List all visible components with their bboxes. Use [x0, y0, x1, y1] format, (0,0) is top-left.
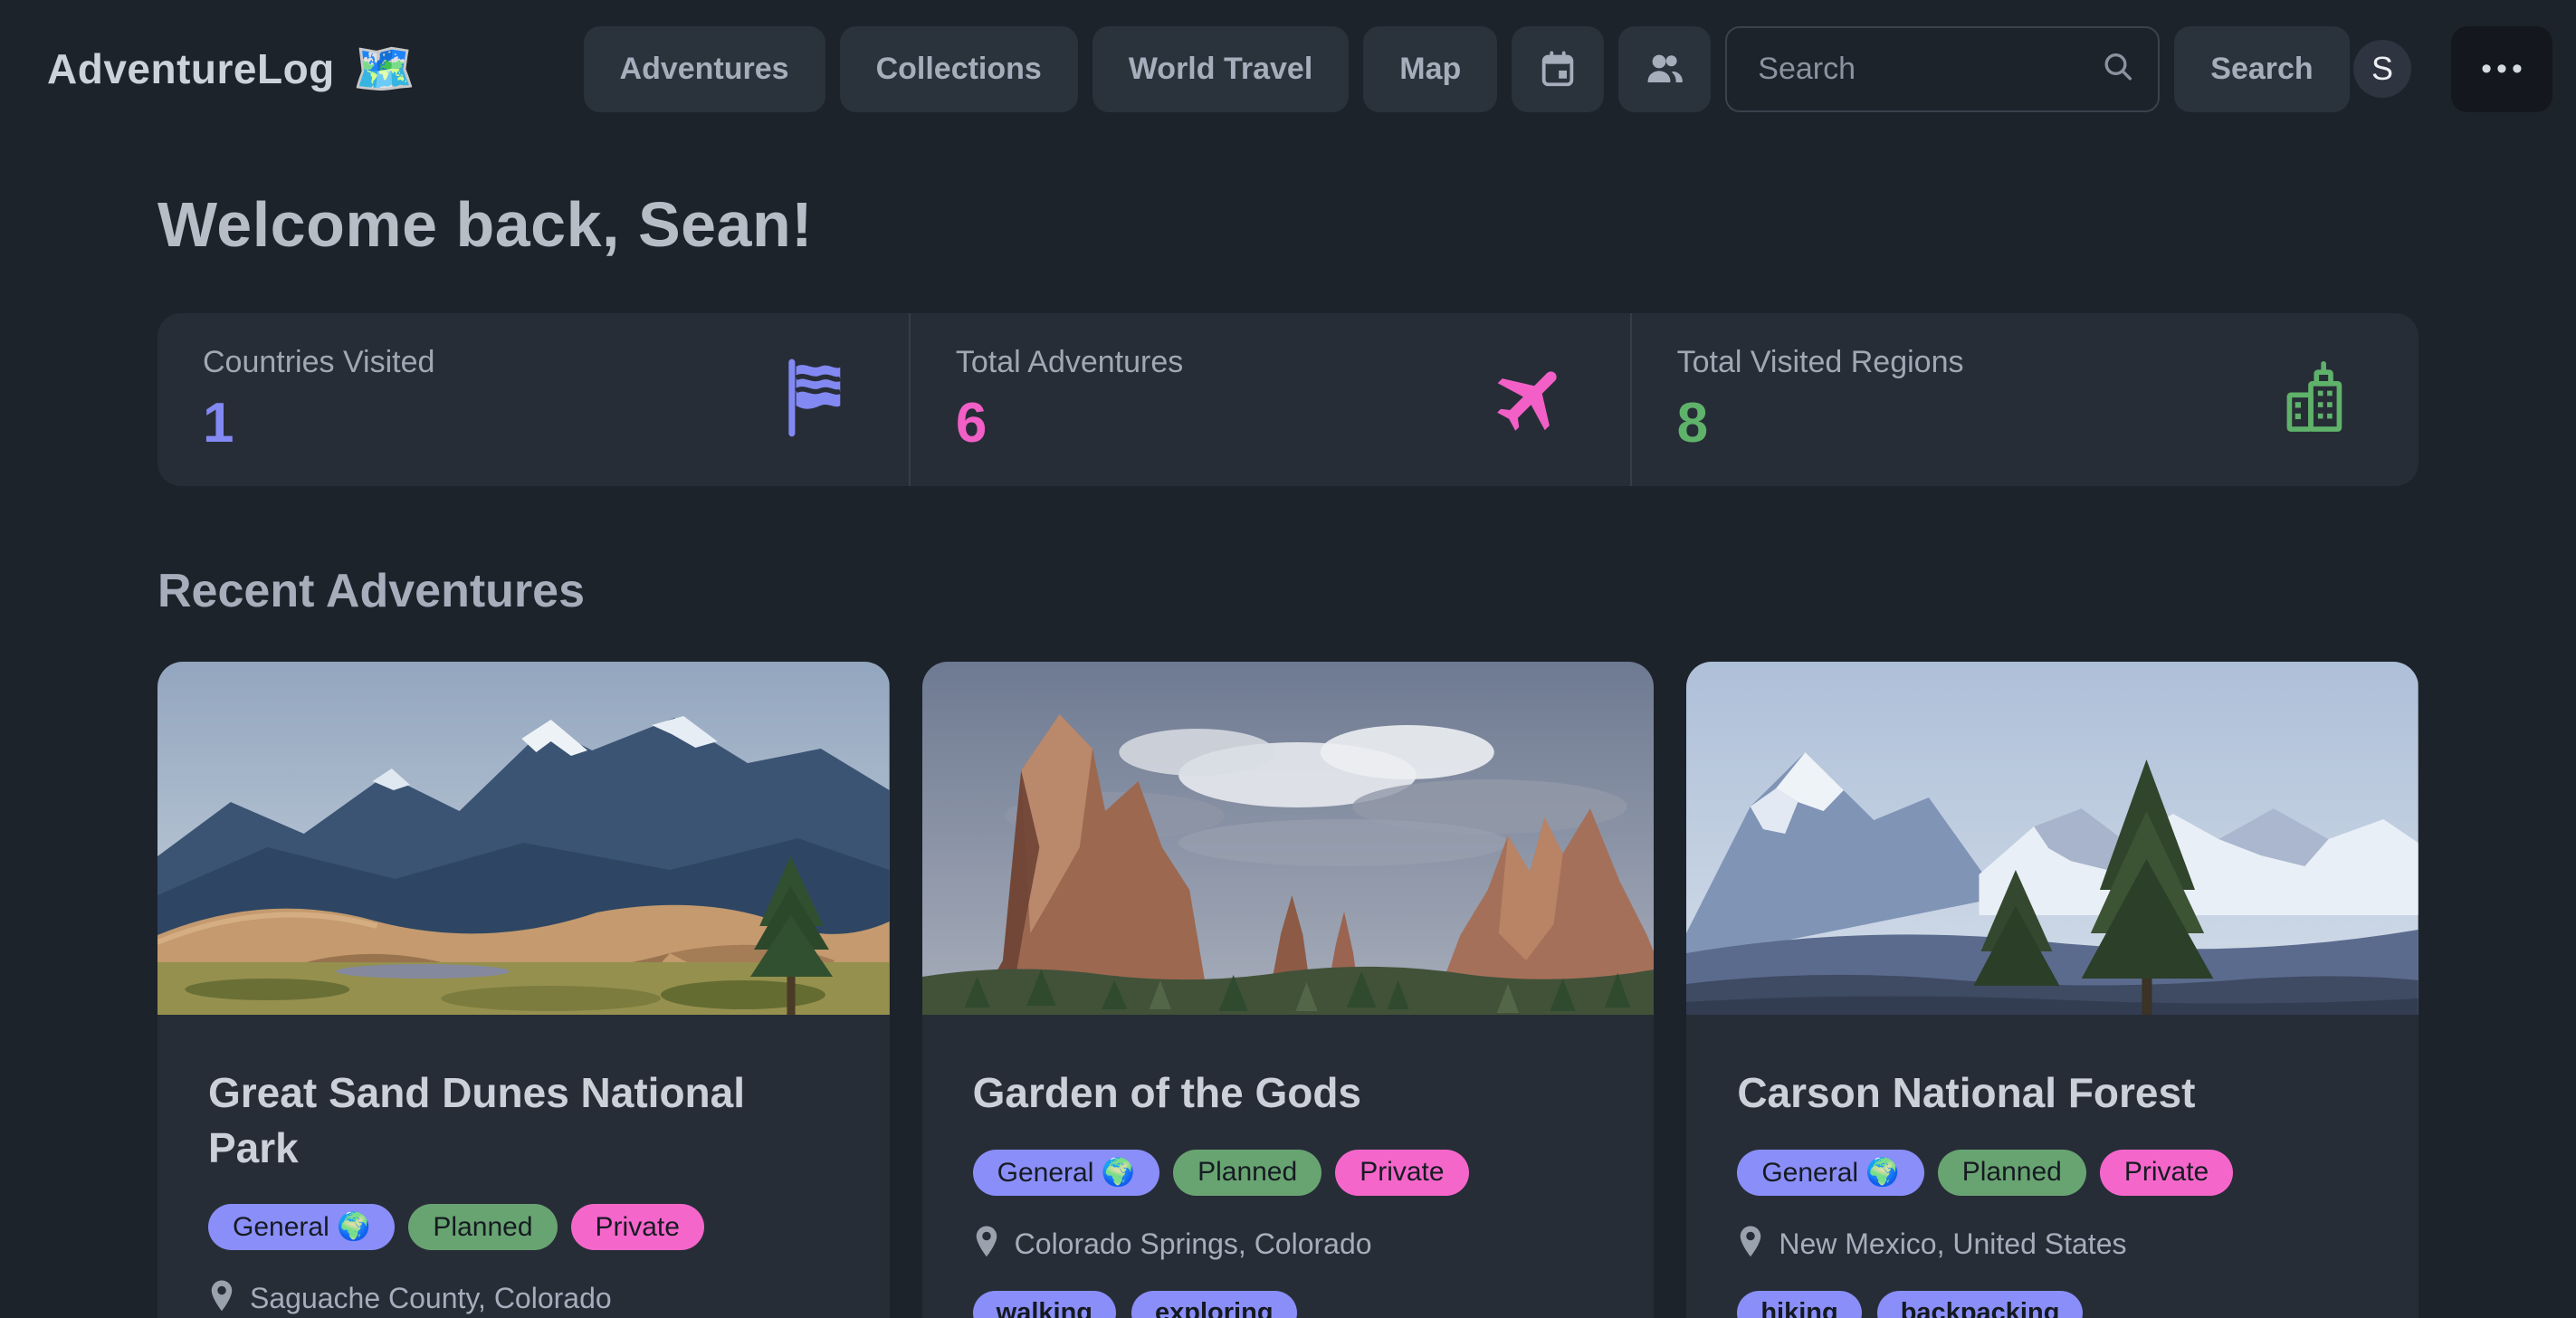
- card-body: Carson National Forest General 🌍 Planned…: [1686, 1015, 2419, 1318]
- badge-category: General 🌍: [973, 1150, 1159, 1196]
- navbar-right-group: S •••: [2353, 26, 2552, 112]
- adventure-card[interactable]: Great Sand Dunes National Park General 🌍…: [157, 662, 890, 1318]
- stat-value: 6: [956, 391, 1494, 455]
- main-content: Welcome back, Sean! Countries Visited 1 …: [0, 188, 2576, 1318]
- search-submit-button[interactable]: Search: [2174, 26, 2349, 112]
- tag-pill: walking: [973, 1291, 1116, 1318]
- badge-visibility: Private: [2100, 1150, 2233, 1196]
- stat-total-visited-regions: Total Visited Regions 8: [1630, 313, 2419, 486]
- search-wrap: [1725, 26, 2160, 112]
- brand-name: AdventureLog: [47, 44, 335, 93]
- badge-status: Planned: [1938, 1150, 2086, 1196]
- card-image-carson-forest: [1686, 662, 2419, 1015]
- tag-pill: backpacking: [1877, 1291, 2084, 1318]
- calendar-icon: [1537, 48, 1579, 90]
- users-icon: [1643, 47, 1686, 91]
- badge-status: Planned: [1173, 1150, 1321, 1196]
- nav-link-map[interactable]: Map: [1363, 26, 1497, 112]
- stat-label: Total Visited Regions: [1677, 345, 2283, 380]
- location-pin-icon: [208, 1279, 235, 1318]
- tag-row: walking exploring: [973, 1291, 1604, 1318]
- nav-link-adventures[interactable]: Adventures: [584, 26, 825, 112]
- world-map-emoji: 🗺️: [353, 43, 416, 94]
- overflow-menu-button[interactable]: •••: [2451, 26, 2552, 112]
- airplane-icon: [1489, 356, 1572, 444]
- nav-link-world-travel[interactable]: World Travel: [1092, 26, 1349, 112]
- badge-row: General 🌍 Planned Private: [1737, 1150, 2368, 1196]
- adventure-card[interactable]: Carson National Forest General 🌍 Planned…: [1686, 662, 2419, 1318]
- stat-label: Total Adventures: [956, 345, 1494, 380]
- avatar[interactable]: S: [2353, 40, 2411, 98]
- search-icon: [2100, 49, 2136, 90]
- tag-pill: hiking: [1737, 1291, 1861, 1318]
- nav-link-collections[interactable]: Collections: [840, 26, 1078, 112]
- card-title: Garden of the Gods: [973, 1065, 1604, 1121]
- search-input[interactable]: [1725, 26, 2160, 112]
- stat-value: 8: [1677, 391, 2283, 455]
- badge-category: General 🌍: [208, 1204, 395, 1250]
- badge-status: Planned: [408, 1204, 557, 1250]
- adventurelog-app: AdventureLog 🗺️ Adventures Collections W…: [0, 0, 2576, 1318]
- stat-total-adventures: Total Adventures 6: [909, 313, 1630, 486]
- flag-icon: [778, 358, 851, 442]
- ellipsis-icon: •••: [2481, 52, 2527, 87]
- stat-label: Countries Visited: [203, 345, 773, 380]
- card-body: Garden of the Gods General 🌍 Planned Pri…: [922, 1015, 1655, 1318]
- avatar-initial: S: [2371, 50, 2393, 88]
- brand[interactable]: AdventureLog 🗺️: [47, 43, 416, 94]
- badge-visibility: Private: [1335, 1150, 1468, 1196]
- calendar-button[interactable]: [1512, 26, 1604, 112]
- stat-countries-visited: Countries Visited 1: [157, 313, 909, 486]
- stats-panel: Countries Visited 1 Total Adventures 6: [157, 313, 2419, 486]
- card-location: Saguache County, Colorado: [250, 1282, 612, 1315]
- card-body: Great Sand Dunes National Park General 🌍…: [157, 1015, 890, 1318]
- location-pin-icon: [973, 1225, 1000, 1264]
- badge-visibility: Private: [571, 1204, 704, 1250]
- tag-row: hiking backpacking: [1737, 1291, 2368, 1318]
- section-title: Recent Adventures: [157, 564, 2419, 618]
- badge-row: General 🌍 Planned Private: [973, 1150, 1604, 1196]
- card-location-row: Colorado Springs, Colorado: [973, 1225, 1604, 1264]
- card-image-sand-dunes: [157, 662, 890, 1015]
- location-pin-icon: [1737, 1225, 1764, 1264]
- badge-category: General 🌍: [1737, 1150, 1923, 1196]
- card-location: Colorado Springs, Colorado: [1015, 1227, 1372, 1261]
- tag-pill: exploring: [1131, 1291, 1297, 1318]
- adventure-card[interactable]: Garden of the Gods General 🌍 Planned Pri…: [922, 662, 1655, 1318]
- nav-cluster: Adventures Collections World Travel Map: [584, 26, 2350, 112]
- card-location-row: Saguache County, Colorado: [208, 1279, 839, 1318]
- stat-value: 1: [203, 391, 773, 455]
- card-title: Great Sand Dunes National Park: [208, 1065, 839, 1175]
- users-button[interactable]: [1618, 26, 1711, 112]
- navbar: AdventureLog 🗺️ Adventures Collections W…: [0, 0, 2576, 138]
- card-location: New Mexico, United States: [1779, 1227, 2126, 1261]
- recent-adventures-grid: Great Sand Dunes National Park General 🌍…: [157, 662, 2419, 1318]
- city-icon: [2281, 358, 2361, 442]
- card-location-row: New Mexico, United States: [1737, 1225, 2368, 1264]
- card-image-garden-of-the-gods: [922, 662, 1655, 1015]
- badge-row: General 🌍 Planned Private: [208, 1204, 839, 1250]
- card-title: Carson National Forest: [1737, 1065, 2368, 1121]
- page-title: Welcome back, Sean!: [157, 188, 2419, 261]
